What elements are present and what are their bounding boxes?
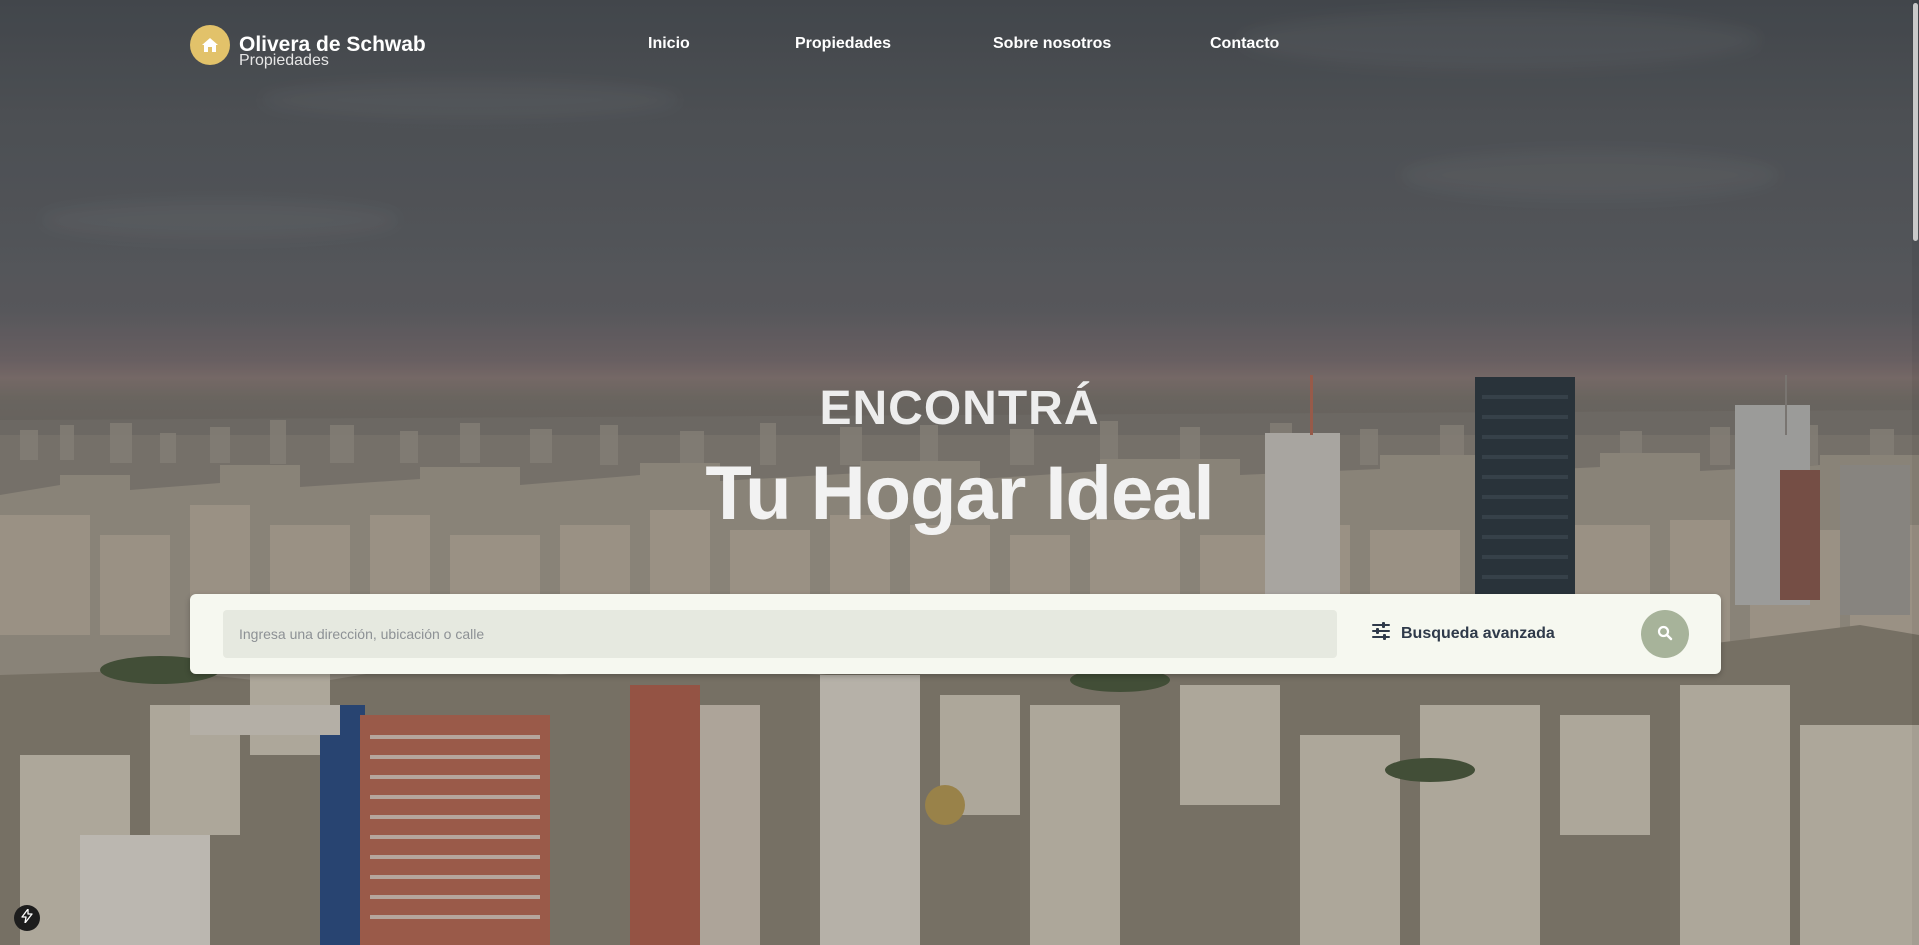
search-input[interactable]	[223, 610, 1337, 658]
page-scrollbar[interactable]	[1912, 0, 1919, 945]
hero-kicker: ENCONTRÁ	[819, 382, 1100, 435]
sliders-icon	[1371, 622, 1391, 645]
nav-item-contacto[interactable]: Contacto	[1210, 35, 1279, 53]
nav-item-propiedades[interactable]: Propiedades	[795, 35, 891, 53]
search-bar: Busqueda avanzada	[190, 594, 1721, 674]
nav-item-sobre-nosotros[interactable]: Sobre nosotros	[993, 35, 1111, 53]
hero-headline: Tu Hogar Ideal	[705, 451, 1214, 536]
nav-item-inicio[interactable]: Inicio	[648, 35, 690, 53]
lightning-bolt-icon	[21, 907, 33, 928]
advanced-search-button[interactable]: Busqueda avanzada	[1371, 622, 1555, 645]
advanced-search-label: Busqueda avanzada	[1401, 624, 1555, 642]
search-button[interactable]	[1641, 610, 1689, 658]
search-icon	[1657, 625, 1673, 644]
scrollbar-thumb[interactable]	[1913, 3, 1918, 241]
lightning-bolt-button[interactable]	[14, 905, 40, 931]
site-header: Olivera de Schwab Propiedades Inicio Pro…	[0, 0, 1919, 90]
hero-section: Olivera de Schwab Propiedades Inicio Pro…	[0, 0, 1919, 945]
main-nav: Inicio Propiedades Sobre nosotros Contac…	[0, 35, 1919, 55]
